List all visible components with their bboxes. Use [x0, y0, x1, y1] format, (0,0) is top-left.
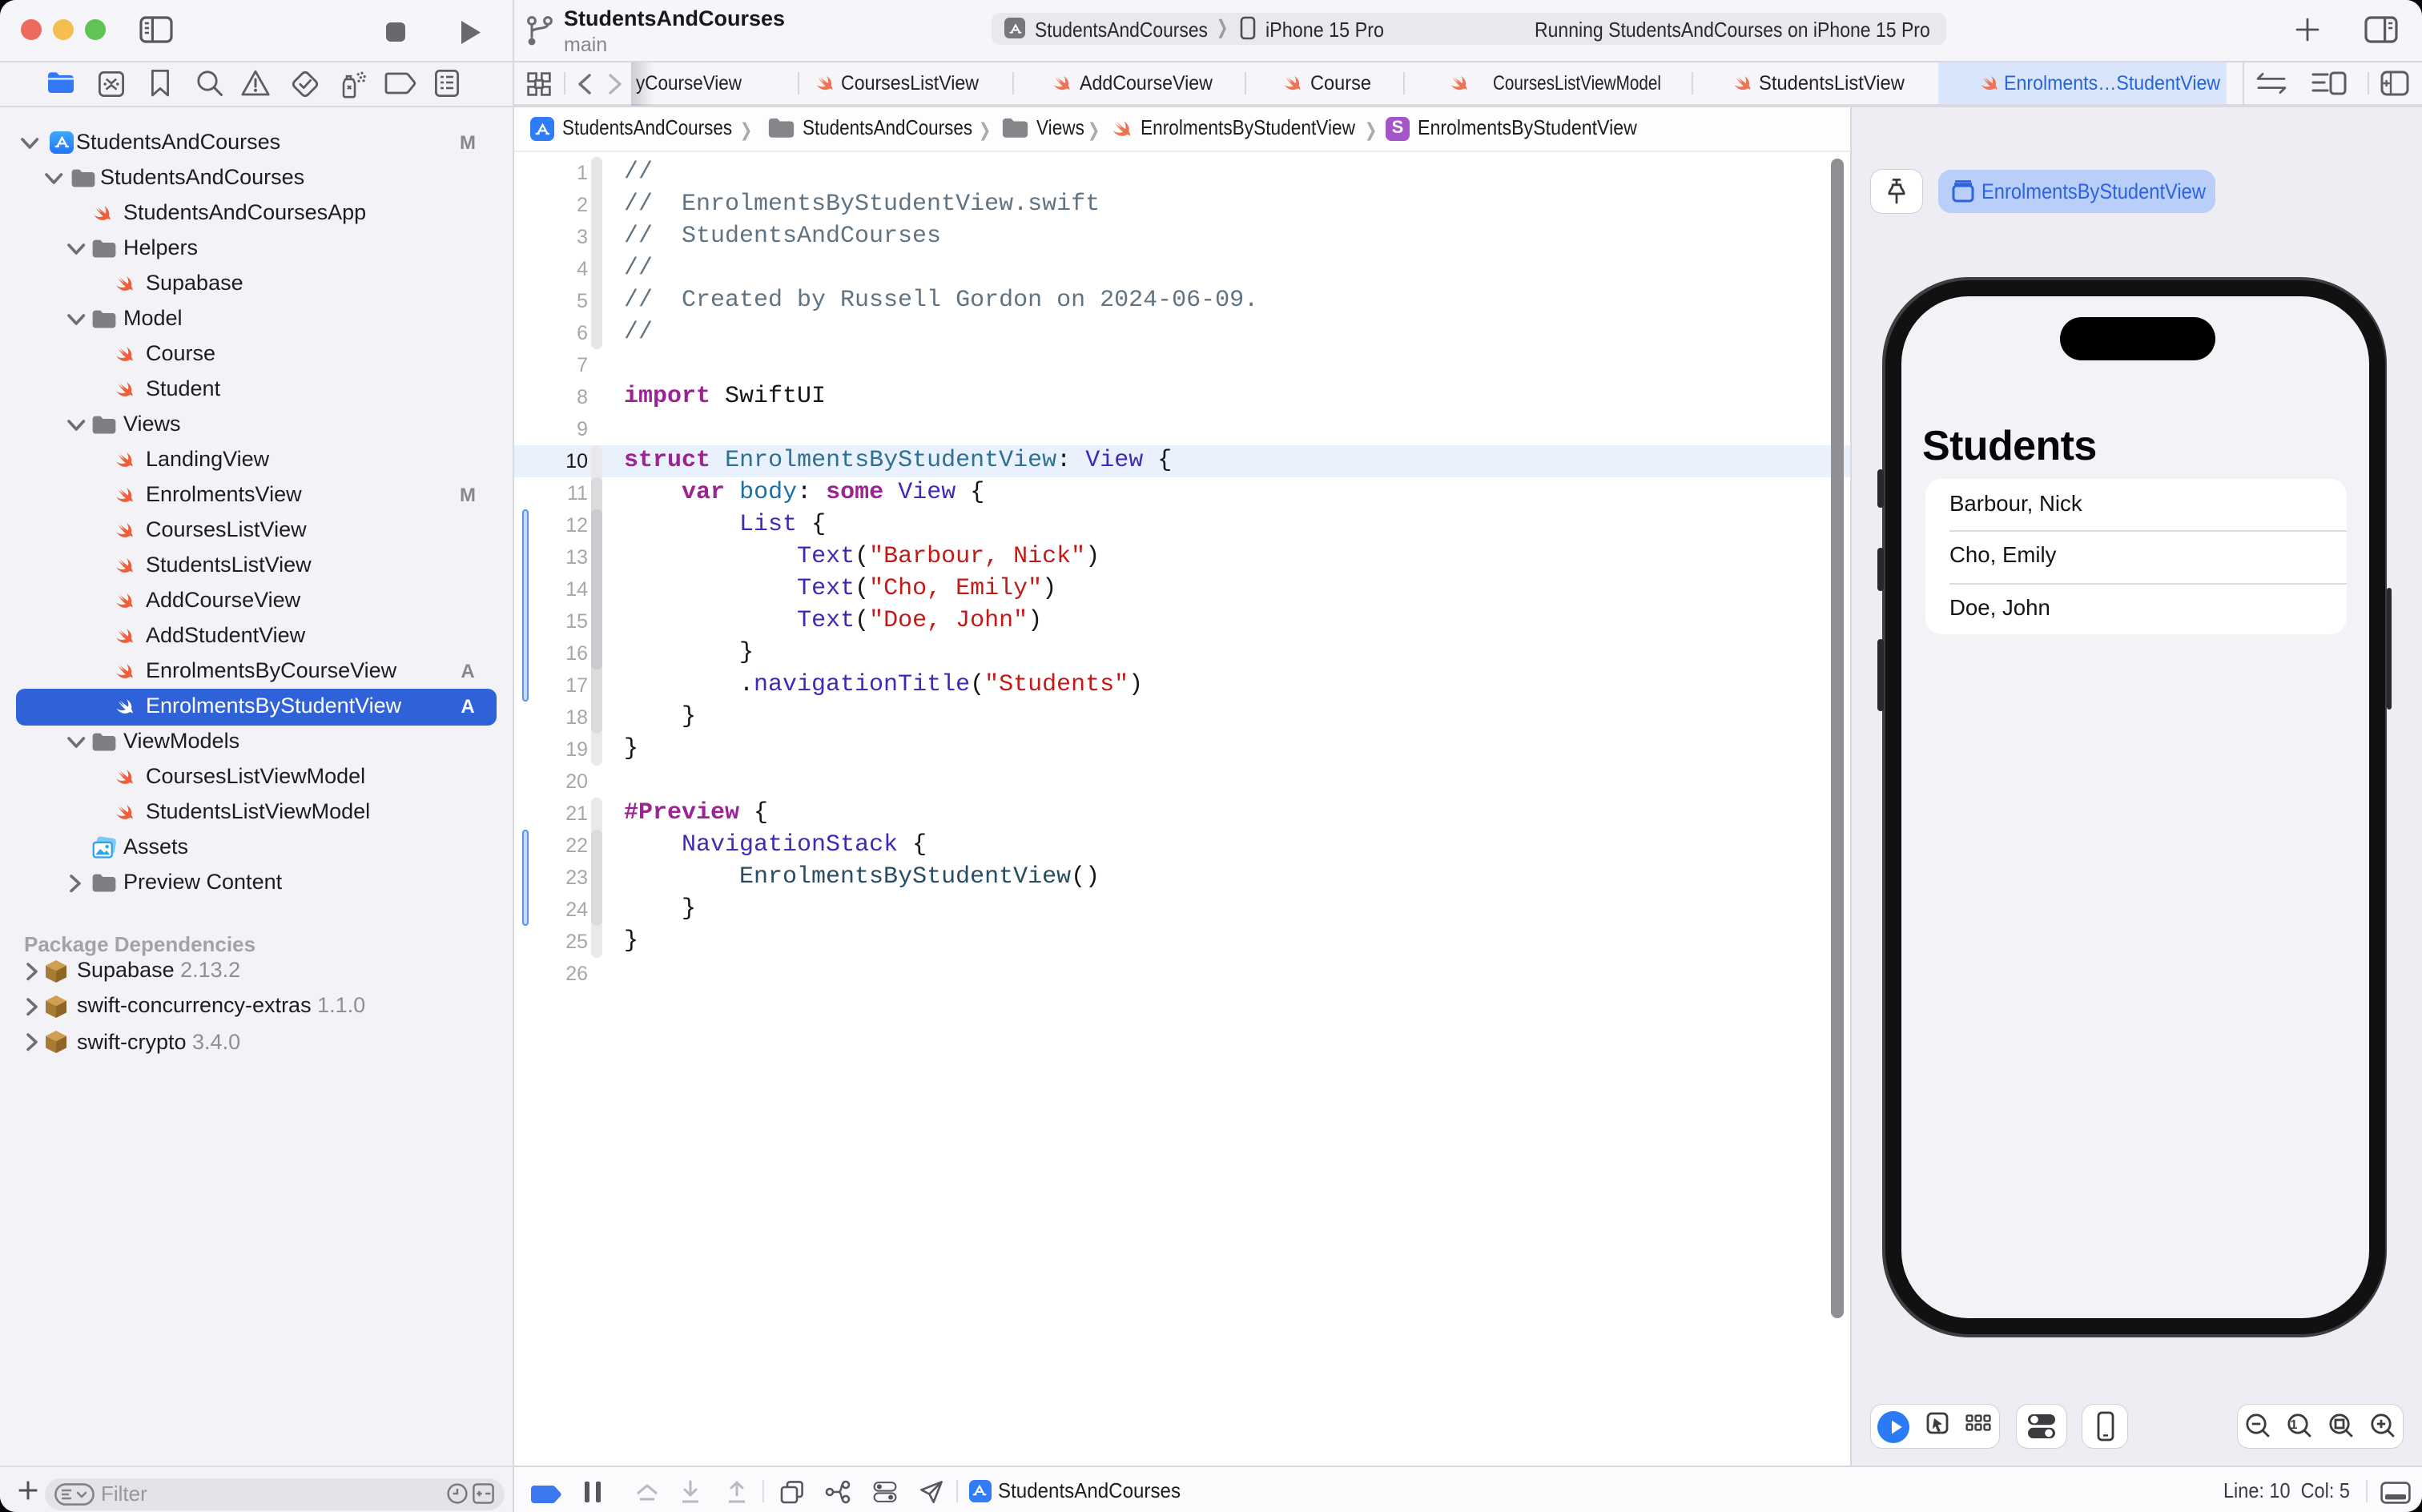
svg-text:1: 1 [2291, 1418, 2298, 1432]
